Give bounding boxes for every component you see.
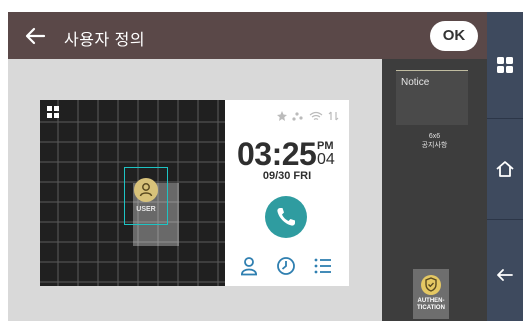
navigation-rail [487,12,523,321]
auth-widget-label: AUTHEN- TICATION [413,298,449,312]
title-bar: 사용자 정의 OK [8,12,487,59]
auth-badge [421,275,441,295]
clock-time: 03:25 [237,136,317,172]
clock-screen: 03:25 PM 04 09/30 FRI [225,100,349,286]
home-icon[interactable] [495,159,515,179]
layout-editor-area: USER 03:25 PM 04 09/30 FRI [8,59,382,321]
page-title: 사용자 정의 [64,32,146,49]
menu-list-icon[interactable] [313,256,333,276]
auth-label-line1: AUTHEN- [417,298,445,304]
rail-divider [487,118,523,119]
call-button[interactable] [265,196,307,238]
user-icon [139,183,153,197]
notice-widget-size: 6x6 [428,133,441,140]
user-widget-icon[interactable] [134,178,158,202]
user-icon[interactable] [239,256,259,276]
screen-preview: USER 03:25 PM 04 09/30 FRI [40,100,349,286]
widget-palette: Notice 6x6 공지사항 AUTHEN- TICATION [382,59,487,321]
shield-check-icon [425,277,437,292]
authentication-widget[interactable]: AUTHEN- TICATION [413,269,449,319]
layout-grid[interactable]: USER [40,100,225,286]
phone-icon [277,208,295,226]
notice-widget-name: 공지사항 [421,142,448,149]
history-clock-icon[interactable] [276,256,296,276]
apps-icon [47,106,59,118]
ok-button[interactable]: OK [430,21,478,51]
notice-widget-caption: 6x6 공지사항 [382,132,487,150]
apps-icon[interactable] [495,55,515,75]
notice-widget[interactable]: Notice [396,70,468,125]
status-icons [277,111,339,121]
clock-date: 09/30 FRI [262,170,312,182]
rail-divider [487,219,523,220]
auth-label-line2: TICATION [417,305,445,311]
clock-seconds: 04 [317,151,335,168]
back-arrow-icon[interactable] [24,25,46,47]
notice-widget-title: Notice [401,77,430,88]
user-widget-label: USER [136,206,156,213]
back-arrow-icon[interactable] [495,265,515,285]
